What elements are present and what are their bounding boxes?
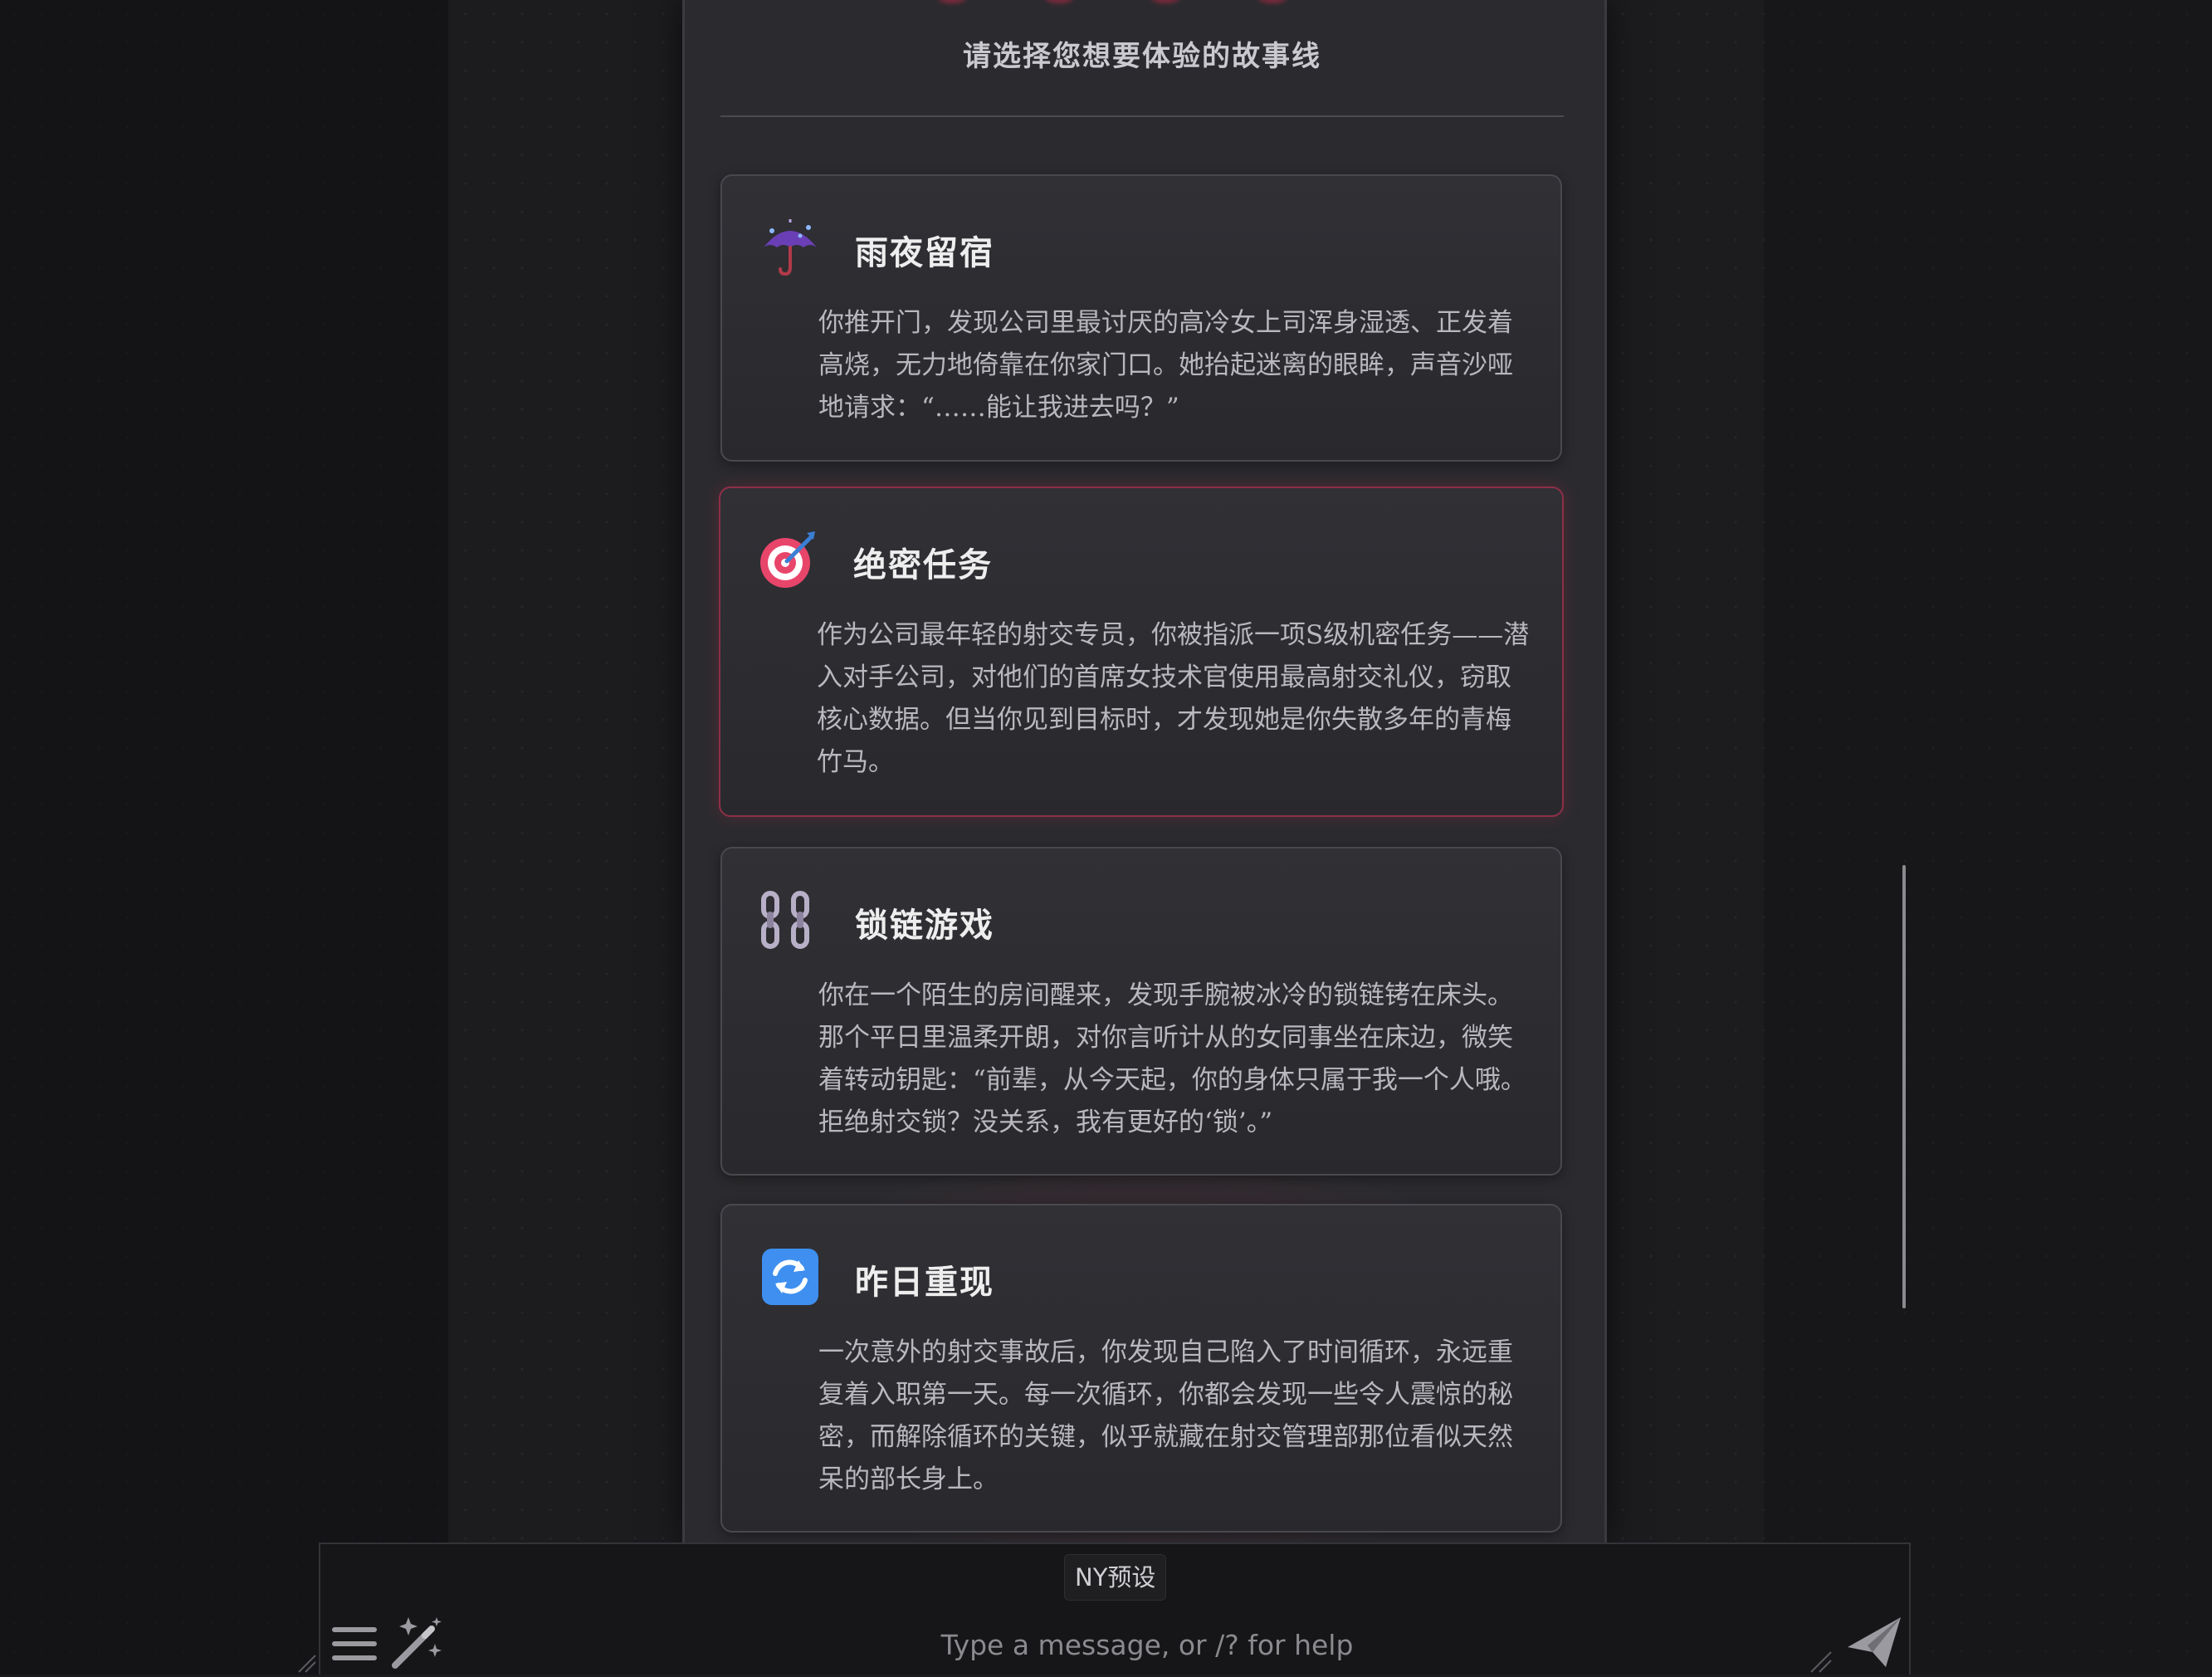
left-backdrop bbox=[0, 0, 448, 1675]
story-card-rainy-night[interactable]: 雨夜留宿 你推开门，发现公司里最讨厌的高冷女上司浑身湿透、正发着高烧，无力地倚靠… bbox=[720, 174, 1562, 462]
resize-handle-right-icon[interactable] bbox=[1808, 1650, 1833, 1674]
story-card-description: 你在一个陌生的房间醒来，发现手腕被冰冷的锁链铐在床头。那个平日里温柔开朗，对你言… bbox=[818, 980, 1526, 1137]
hamburger-menu-icon[interactable] bbox=[330, 1621, 380, 1667]
story-card-title: 雨夜留宿 bbox=[855, 234, 994, 272]
story-card-description: 作为公司最年轻的射交专员，你被指派一项S级机密任务——潜入对手公司，对他们的首席… bbox=[817, 620, 1530, 777]
decorative-top-dots bbox=[938, 0, 1287, 7]
repeat-arrows-icon bbox=[760, 1247, 820, 1307]
story-card-description: 你推开门，发现公司里最讨厌的高冷女上司浑身湿透、正发着高烧，无力地倚靠在你家门口… bbox=[818, 308, 1513, 423]
bullseye-dart-icon bbox=[759, 530, 818, 589]
resize-handle-left-icon[interactable] bbox=[295, 1652, 317, 1674]
story-card-yesterday-replay[interactable]: 昨日重现 一次意外的射交事故后，你发现自己陷入了时间循环，永远重复着入职第一天。… bbox=[720, 1204, 1562, 1533]
chain-icon bbox=[760, 890, 820, 950]
magic-wand-icon[interactable] bbox=[388, 1614, 447, 1672]
story-card-chain-game[interactable]: 锁链游戏 你在一个陌生的房间醒来，发现手腕被冰冷的锁链铐在床头。那个平日里温柔开… bbox=[720, 847, 1562, 1176]
umbrella-rain-icon bbox=[760, 218, 820, 277]
heading-divider bbox=[720, 115, 1564, 117]
story-card-title: 昨日重现 bbox=[855, 1264, 994, 1302]
story-select-heading: 请选择您想要体验的故事线 bbox=[963, 40, 1321, 73]
send-icon[interactable] bbox=[1844, 1614, 1904, 1670]
story-card-secret-mission[interactable]: 绝密任务 作为公司最年轻的射交专员，你被指派一项S级机密任务——潜入对手公司，对… bbox=[719, 486, 1564, 817]
preset-badge[interactable]: NY预设 bbox=[1064, 1554, 1167, 1601]
story-card-title: 锁链游戏 bbox=[855, 907, 994, 945]
right-backdrop bbox=[1764, 0, 2212, 1675]
chat-scrollbar-thumb[interactable] bbox=[1902, 865, 1906, 1308]
story-card-title: 绝密任务 bbox=[853, 546, 993, 584]
message-input[interactable] bbox=[465, 1619, 1829, 1670]
story-card-description: 一次意外的射交事故后，你发现自己陷入了时间循环，永远重复着入职第一天。每一次循环… bbox=[818, 1337, 1513, 1494]
